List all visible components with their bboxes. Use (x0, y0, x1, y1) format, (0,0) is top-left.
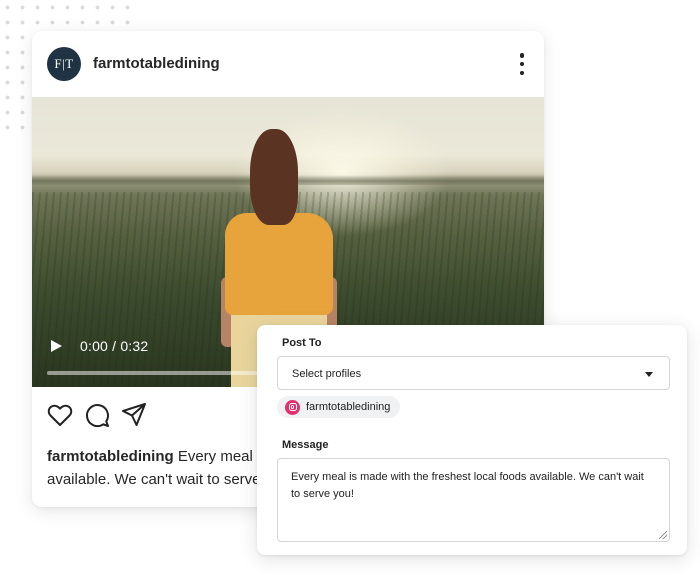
more-vertical-icon[interactable] (518, 53, 526, 75)
heart-icon[interactable] (46, 401, 74, 429)
post-username[interactable]: farmtotabledining (93, 55, 220, 72)
post-actions (46, 401, 206, 431)
selected-profile-name: farmtotabledining (306, 401, 391, 413)
selected-profile-chip[interactable]: farmtotabledining (277, 396, 401, 418)
post-header: F|T farmtotabledining (32, 31, 544, 97)
comment-icon[interactable] (83, 401, 111, 429)
profile-select[interactable]: Select profiles (277, 356, 670, 390)
caption-username[interactable]: farmtotabledining (47, 448, 174, 465)
message-text: Every meal is made with the freshest loc… (291, 471, 644, 500)
instagram-icon (285, 399, 300, 415)
message-label: Message (282, 439, 329, 451)
resize-handle-icon[interactable] (659, 531, 667, 539)
avatar[interactable]: F|T (47, 47, 81, 81)
chevron-down-icon (645, 372, 653, 377)
post-to-label: Post To (282, 337, 322, 349)
video-time: 0:00 / 0:32 (80, 338, 149, 354)
profile-select-value: Select profiles (292, 368, 362, 380)
composer-panel: Post To Select profiles farmtotabledinin… (257, 325, 687, 555)
message-textarea[interactable]: Every meal is made with the freshest loc… (277, 458, 670, 542)
play-icon[interactable] (49, 339, 63, 353)
share-icon[interactable] (120, 401, 148, 429)
